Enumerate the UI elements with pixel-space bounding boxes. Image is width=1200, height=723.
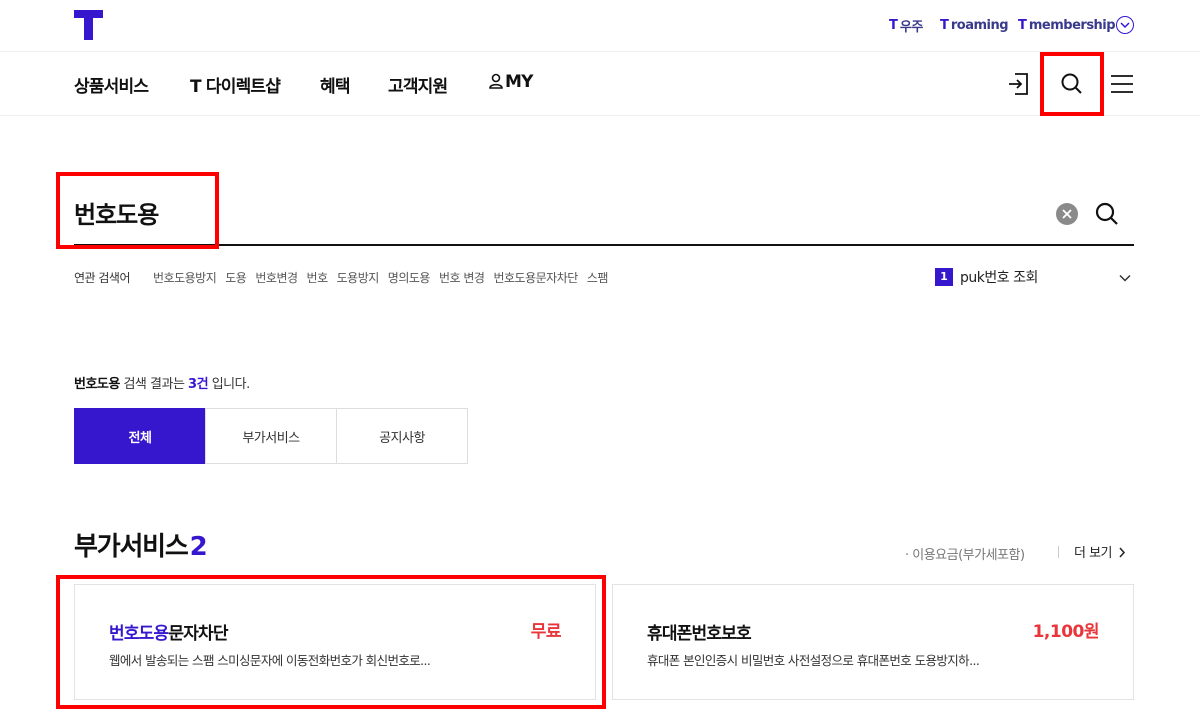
- service-card[interactable]: 휴대폰번호보호 1,100원 휴대폰 본인인증시 비밀번호 사전설정으로 휴대폰…: [612, 584, 1134, 700]
- result-summary: 번호도용 검색 결과는 3건 입니다.: [74, 373, 250, 392]
- util-link-label: 우주: [899, 19, 923, 35]
- t-mark: T: [940, 17, 949, 33]
- related-keyword[interactable]: 스팸: [587, 269, 609, 286]
- logo-bar: [74, 10, 103, 18]
- login-icon[interactable]: [1006, 71, 1032, 97]
- logo-stem: [84, 18, 93, 40]
- annotation-highlight-card: [56, 575, 606, 709]
- header-search-button[interactable]: [1040, 52, 1104, 116]
- nav-products[interactable]: 상품서비스: [74, 72, 149, 97]
- clear-icon[interactable]: [1056, 203, 1078, 225]
- nav-direct-shop[interactable]: T 다이렉트샵: [190, 72, 281, 97]
- util-link-roaming[interactable]: T roaming: [940, 15, 1009, 35]
- tab-notices[interactable]: 공지사항: [336, 408, 468, 464]
- chevron-down-icon[interactable]: [1118, 270, 1132, 284]
- nav-benefits[interactable]: 혜택: [320, 72, 350, 97]
- chevron-right-icon: [1119, 547, 1125, 558]
- search-submit-button[interactable]: [1094, 201, 1120, 227]
- related-keyword[interactable]: 도용방지: [337, 269, 380, 286]
- more-link[interactable]: 더 보기: [1074, 542, 1126, 561]
- rank-badge: 1: [935, 268, 953, 286]
- result-tabs: 전체 부가서비스 공지사항: [74, 408, 468, 464]
- summary-tail: 입니다.: [208, 377, 251, 392]
- more-link-label: 더 보기: [1074, 546, 1113, 561]
- util-link-membership[interactable]: T membership: [1018, 15, 1116, 35]
- related-keyword[interactable]: 도용: [225, 269, 247, 286]
- popular-keyword-ranking[interactable]: 1 puk번호 조회: [935, 267, 1038, 287]
- global-nav: 상품서비스 T 다이렉트샵 혜택 고객지원 MY: [0, 52, 1200, 116]
- util-link-label: roaming: [950, 17, 1009, 33]
- related-keyword[interactable]: 번호 변경: [439, 269, 485, 286]
- section-count: 2: [189, 532, 208, 562]
- nav-my-label: MY: [505, 72, 533, 92]
- t-mark: T: [1018, 17, 1027, 33]
- related-keywords: 연관 검색어 번호도용방지 도용 번호변경 번호 도용방지 명의도용 번호 변경…: [74, 268, 608, 286]
- related-keywords-list: 번호도용방지 도용 번호변경 번호 도용방지 명의도용 번호 변경 번호도용문자…: [153, 269, 608, 286]
- tab-addon-services[interactable]: 부가서비스: [205, 408, 337, 464]
- related-keywords-title: 연관 검색어: [74, 270, 131, 285]
- search-icon: [1061, 73, 1082, 94]
- tab-all[interactable]: 전체: [74, 408, 206, 464]
- service-name-rest: 휴대폰번호보호: [647, 624, 752, 644]
- related-keyword[interactable]: 번호도용방지: [153, 269, 217, 286]
- fee-note: · 이용요금(부가세포함): [905, 548, 1025, 563]
- section-title-label: 부가서비스: [74, 532, 189, 562]
- utility-bar: T 우주 T roaming T membership: [0, 0, 1200, 52]
- util-link-label: membership: [1028, 17, 1116, 33]
- related-keyword[interactable]: 명의도용: [388, 269, 431, 286]
- util-link-woozoo[interactable]: T 우주: [889, 15, 923, 35]
- search-box: 번호도용: [74, 183, 1134, 246]
- search-icon: [1095, 202, 1118, 225]
- t-logo[interactable]: [74, 10, 103, 40]
- section-title: 부가서비스2: [74, 526, 208, 563]
- rank-keyword: puk번호 조회: [960, 270, 1038, 286]
- summary-count: 3건: [188, 377, 209, 392]
- t-mark: T: [889, 17, 898, 33]
- related-keyword[interactable]: 번호: [307, 269, 329, 286]
- service-description: 휴대폰 본인인증시 비밀번호 사전설정으로 휴대폰번호 도용방지하...: [647, 653, 980, 668]
- nav-my[interactable]: MY: [489, 72, 533, 92]
- summary-text: 검색 결과는: [119, 377, 189, 392]
- service-name: 휴대폰번호보호: [647, 619, 752, 644]
- related-keyword[interactable]: 번호변경: [255, 269, 298, 286]
- service-price: 1,100원: [1032, 622, 1100, 642]
- chevron-down-icon[interactable]: [1116, 16, 1134, 34]
- menu-icon[interactable]: [1110, 72, 1134, 96]
- summary-keyword: 번호도용: [74, 377, 120, 392]
- nav-support[interactable]: 고객지원: [388, 72, 448, 97]
- annotation-highlight-keyword: [56, 172, 219, 249]
- related-keyword[interactable]: 번호도용문자차단: [493, 269, 578, 286]
- divider: [1058, 546, 1059, 558]
- user-icon: [489, 73, 503, 89]
